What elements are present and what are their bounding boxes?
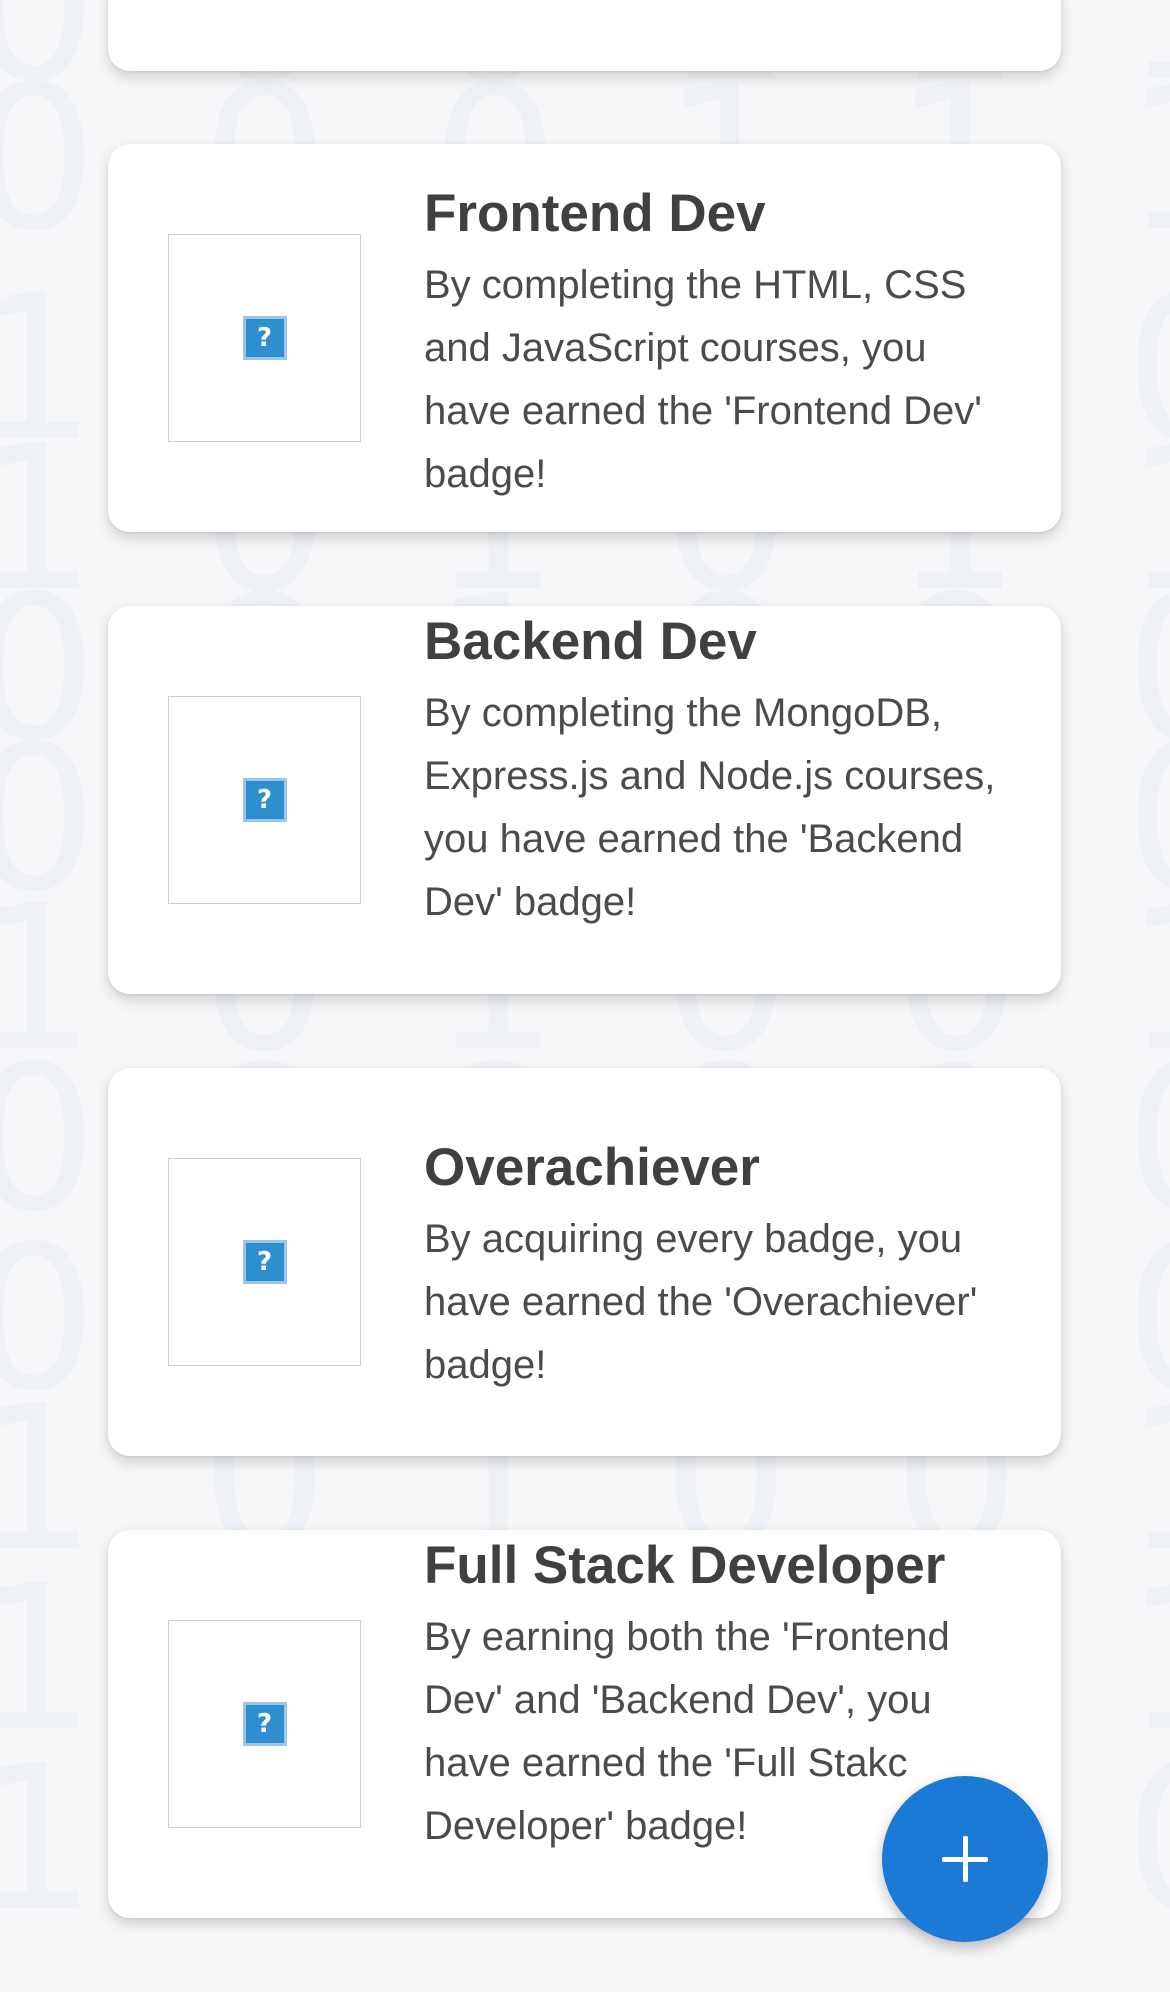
badge-text: Overachiever By acquiring every badge, y… bbox=[424, 1136, 1014, 1397]
badge-card-backend-dev[interactable]: ? Backend Dev By completing the MongoDB,… bbox=[108, 606, 1061, 994]
badge-card-overachiever[interactable]: ? Overachiever By acquiring every badge,… bbox=[108, 1068, 1061, 1456]
broken-image-icon: ? bbox=[242, 1702, 287, 1746]
badge-image: ? bbox=[168, 696, 361, 904]
badge-image: ? bbox=[168, 1620, 361, 1828]
badge-title: Overachiever bbox=[424, 1138, 760, 1197]
badge-description: By completing the HTML, CSS and JavaScri… bbox=[424, 263, 982, 496]
badges-page: ? Frontend Dev By completing the HTML, C… bbox=[0, 0, 1170, 1992]
add-button[interactable] bbox=[882, 1776, 1048, 1942]
badge-image: ? bbox=[168, 234, 361, 442]
badge-description: By acquiring every badge, you have earne… bbox=[424, 1217, 978, 1387]
badge-image: ? bbox=[168, 1158, 361, 1366]
badge-description: By completing the MongoDB, Express.js an… bbox=[424, 691, 996, 924]
broken-image-icon: ? bbox=[242, 1240, 287, 1284]
plus-icon bbox=[942, 1836, 988, 1882]
badge-title: Backend Dev bbox=[424, 612, 757, 671]
badge-title: Frontend Dev bbox=[424, 184, 766, 243]
badge-card-frontend-dev[interactable]: ? Frontend Dev By completing the HTML, C… bbox=[108, 144, 1061, 532]
broken-image-icon: ? bbox=[242, 778, 287, 822]
badge-card-partial[interactable] bbox=[108, 0, 1061, 71]
badge-text: Backend Dev By completing the MongoDB, E… bbox=[424, 610, 1014, 934]
badge-title: Full Stack Developer bbox=[424, 1536, 946, 1595]
badge-text: Frontend Dev By completing the HTML, CSS… bbox=[424, 182, 1014, 506]
broken-image-icon: ? bbox=[242, 316, 287, 360]
